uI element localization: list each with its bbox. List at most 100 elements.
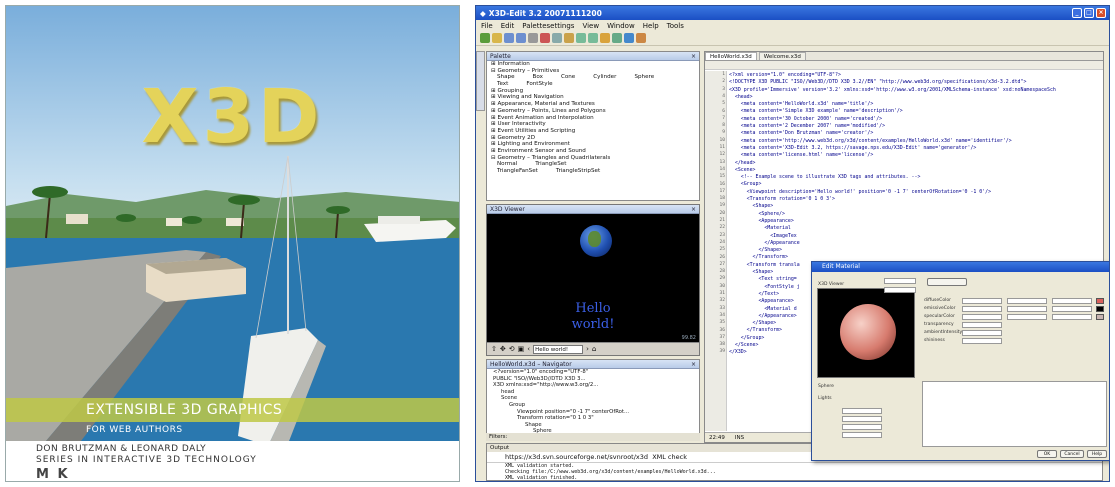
undo-icon[interactable] [576,33,586,43]
close-icon[interactable]: × [691,205,696,214]
minimize-icon[interactable]: _ [1072,8,1082,18]
code-line[interactable]: <Sphere/> [729,211,1101,218]
light-field-3[interactable] [842,424,882,430]
tree-node[interactable]: Scene [487,395,699,402]
palette-category[interactable]: ⊞ Geometry – Points, Lines and Polygons [487,108,699,115]
palette-category[interactable]: ⊞ Geometry 2D [487,135,699,142]
palette-item-fontstyle[interactable]: FontStyle [526,81,552,88]
palette-category[interactable]: ⊞ Appearance, Material and Textures [487,101,699,108]
tree-node[interactable]: head [487,389,699,396]
code-line[interactable]: <meta content='HelloWorld.x3d' name='tit… [729,101,1101,108]
print-icon[interactable] [528,33,538,43]
palette-item-sphere[interactable]: Sphere [634,74,654,81]
examine-icon[interactable]: ⟲ [509,345,515,353]
material-source-text[interactable] [922,381,1107,447]
specular-b-field[interactable] [1052,314,1092,320]
tree-node[interactable]: X3D xmlns:xsd="http://www.w3.org/2... [487,382,699,389]
ok-button[interactable]: OK [1037,450,1057,458]
palette-item-shape[interactable]: Shape [497,74,515,81]
palette-item-normal[interactable]: Normal [497,161,517,168]
palette-item-cylinder[interactable]: Cylinder [593,74,616,81]
palette-category[interactable]: ⊞ Grouping [487,88,699,95]
use-field[interactable] [884,287,916,293]
tree-node[interactable]: <?version="1.0" encoding="UTF-8" [487,369,699,376]
menu-file[interactable]: File [481,22,493,30]
diffuse-r-field[interactable] [962,298,1002,304]
help-button[interactable]: Help [1087,450,1107,458]
tree-node[interactable]: Viewpoint position="0 -1 7" centerOfRot.… [487,409,699,416]
tree-node[interactable]: Transform rotation="0 1 0 3" [487,415,699,422]
emissive-g-field[interactable] [1007,306,1047,312]
menu-tools[interactable]: Tools [667,22,684,30]
palette-category[interactable]: ⊞ User Interactivity [487,121,699,128]
previous-viewpoint-icon[interactable]: ‹ [527,345,530,353]
menu-window[interactable]: Window [607,22,635,30]
palette-item-cone[interactable]: Cone [561,74,575,81]
code-line[interactable]: </Appearance [729,240,1101,247]
code-line[interactable]: <meta content='30 October 2000' name='cr… [729,116,1101,123]
redo-icon[interactable] [588,33,598,43]
save-icon[interactable] [504,33,514,43]
tree-node[interactable]: PUBLIC "ISO//Web3D//DTD X3D 3... [487,376,699,383]
light-field-1[interactable] [842,408,882,414]
palette-category[interactable]: ⊞ Environment Sensor and Sound [487,148,699,155]
tree-node[interactable]: Shape [487,422,699,429]
cancel-button[interactable]: Cancel [1060,450,1084,458]
diffuse-b-field[interactable] [1052,298,1092,304]
close-icon[interactable]: × [1096,8,1106,18]
open-folder-icon[interactable] [492,33,502,43]
menu-view[interactable]: View [582,22,599,30]
diffuse-swatch[interactable] [1096,298,1104,304]
emissive-r-field[interactable] [962,306,1002,312]
code-line[interactable]: <Group> [729,181,1101,188]
palette-item-trianglefanset[interactable]: TriangleFanSet [497,168,538,175]
palette-item-text[interactable]: Text [497,81,508,88]
pan-icon[interactable]: ✥ [500,345,506,353]
specular-swatch[interactable] [1096,314,1104,320]
fit-icon[interactable]: ▣ [518,345,525,353]
xml-check-tab[interactable]: XML check [652,453,687,461]
new-file-icon[interactable] [480,33,490,43]
def-field[interactable] [884,278,916,284]
code-line[interactable]: <head> [729,94,1101,101]
menu-edit[interactable]: Edit [501,22,515,30]
light-field-2[interactable] [842,416,882,422]
tree-node[interactable]: Group [487,402,699,409]
code-line[interactable]: </Shape> [729,247,1101,254]
light-field-4[interactable] [842,432,882,438]
tab-helloworld[interactable]: HelloWorld.x3d [705,52,757,60]
code-line[interactable]: <X3D profile='Immersive' version='3.2' x… [729,87,1101,94]
home-icon[interactable]: ⌂ [592,345,596,353]
code-line[interactable]: <Viewpoint description='Hello world!' po… [729,189,1101,196]
viewpoint-selector[interactable]: Hello world! [533,344,584,354]
code-line[interactable]: </head> [729,160,1101,167]
favorites-side-tab[interactable] [476,51,485,111]
run-icon[interactable] [600,33,610,43]
palette-category[interactable]: ⊞ Information [487,61,699,68]
specular-g-field[interactable] [1007,314,1047,320]
maximize-icon[interactable]: □ [1084,8,1094,18]
code-line[interactable]: <ImageTex [729,233,1101,240]
close-icon[interactable]: × [691,360,696,369]
code-line[interactable]: <?xml version="1.0" encoding="UTF-8"?> [729,72,1101,79]
code-line[interactable]: <meta content='license.html' name='licen… [729,152,1101,159]
walk-icon[interactable]: ⇧ [491,345,497,353]
palette-category[interactable]: ⊞ Event Animation and Interpolation [487,115,699,122]
tab-welcome[interactable]: Welcome.x3d [758,52,806,60]
specular-r-field[interactable] [962,314,1002,320]
ambient-intensity-field[interactable] [962,330,1002,336]
use-node-button[interactable] [927,278,967,286]
copy-icon[interactable] [552,33,562,43]
menu-help[interactable]: Help [643,22,659,30]
palette-category[interactable]: ⊟ Geometry – Primitives [487,68,699,75]
close-icon[interactable]: × [691,52,696,61]
code-line[interactable]: <meta content='Simple X3D example' name=… [729,108,1101,115]
emissive-swatch[interactable] [1096,306,1104,312]
code-line[interactable]: <Appearance> [729,218,1101,225]
palette-category[interactable]: ⊞ Viewing and Navigation [487,94,699,101]
palette-category[interactable]: ⊞ Lighting and Environment [487,141,699,148]
code-line[interactable]: <meta content='2 December 2007' name='mo… [729,123,1101,130]
palette-category[interactable]: ⊟ Geometry – Triangles and Quadrilateral… [487,155,699,162]
validate-icon[interactable] [612,33,622,43]
palette-category[interactable]: ⊞ Event Utilities and Scripting [487,128,699,135]
